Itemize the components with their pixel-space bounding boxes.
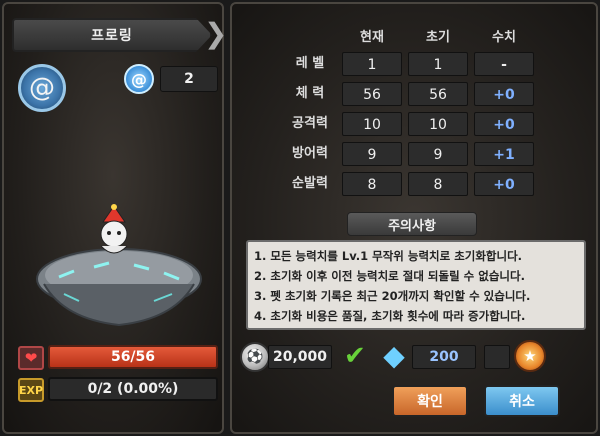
hp-bar: 56/56 (48, 345, 218, 369)
swirl-level-icon: @ (124, 64, 154, 94)
stat-current: 8 (342, 172, 402, 196)
notice-line: 1. 모든 능력치를 Lv.1 무작위 능력치로 초기화합니다. (254, 249, 523, 263)
stat-initial: 1 (408, 52, 468, 76)
ticket-icon[interactable]: ★ (514, 340, 546, 372)
stat-current: 10 (342, 112, 402, 136)
pet-name: 프로링 (91, 28, 133, 44)
stat-label: 체 력 (295, 86, 325, 101)
stat-label: 순발력 (292, 176, 328, 191)
stat-label: 레 벨 (295, 56, 325, 71)
pet-name-bar: 프로링 (12, 18, 212, 52)
notice-line: 4. 초기화 비용은 품질, 초기화 횟수에 따라 증가합니다. (254, 309, 526, 323)
pet-level-value: 2 (160, 66, 218, 92)
stat-change: - (474, 52, 534, 76)
stat-current: 9 (342, 142, 402, 166)
coin-cost: 20,000 (268, 345, 332, 369)
stat-row-level: 레 벨 1 1 - (232, 52, 600, 76)
exp-icon: EXP (18, 378, 44, 402)
header-initial: 초기 (426, 30, 450, 45)
stat-change: +0 (474, 172, 534, 196)
chevron-right-icon: ❯ (204, 17, 228, 50)
heart-icon: ❤ (18, 346, 44, 370)
hp-value: 56/56 (110, 349, 156, 365)
notice-box: 1. 모든 능력치를 Lv.1 무작위 능력치로 초기화합니다. 2. 초기화 … (246, 240, 586, 330)
stat-row-attack: 공격력 10 10 +0 (232, 112, 600, 136)
stat-reset-panel: 현재 초기 수치 레 벨 1 1 - 체 력 56 56 +0 공격력 10 1… (230, 2, 598, 434)
pet-info-panel: 프로링 ❯ @ @ 2 ❤ 56/56 EXP 0/2 (0.00%) (2, 2, 228, 434)
exp-value: 0/2 (0.00%) (87, 381, 179, 397)
stat-current: 1 (342, 52, 402, 76)
stat-initial: 56 (408, 82, 468, 106)
check-slot-empty[interactable] (484, 345, 510, 369)
confirm-button[interactable]: 확인 (392, 385, 468, 417)
check-icon[interactable]: ✔ (344, 342, 372, 370)
stat-row-agility: 순발력 8 8 +0 (232, 172, 600, 196)
gem-cost: 200 (412, 345, 476, 369)
stat-initial: 9 (408, 142, 468, 166)
header-change: 수치 (492, 30, 516, 45)
diamond-gem-icon[interactable]: ◆ (378, 340, 410, 372)
stat-current: 56 (342, 82, 402, 106)
snail-shell-icon: @ (18, 64, 66, 112)
stat-change: +0 (474, 82, 534, 106)
pet-creature (100, 204, 128, 254)
stat-change: +1 (474, 142, 534, 166)
stat-label: 방어력 (292, 146, 328, 161)
notice-title: 주의사항 (347, 212, 477, 236)
cancel-button[interactable]: 취소 (484, 385, 560, 417)
stat-label: 공격력 (292, 116, 328, 131)
stat-change: +0 (474, 112, 534, 136)
stat-row-defense: 방어력 9 9 +1 (232, 142, 600, 166)
stat-initial: 8 (408, 172, 468, 196)
notice-line: 3. 펫 초기화 기록은 최근 20개까지 확인할 수 있습니다. (254, 289, 531, 303)
exp-bar: 0/2 (0.00%) (48, 377, 218, 401)
stat-row-hp: 체 력 56 56 +0 (232, 82, 600, 106)
stat-initial: 10 (408, 112, 468, 136)
notice-line: 2. 초기화 이후 이전 능력치로 절대 되돌릴 수 없습니다. (254, 269, 525, 283)
header-current: 현재 (360, 30, 384, 45)
soccer-coin-icon[interactable]: ⚽ (240, 342, 270, 372)
